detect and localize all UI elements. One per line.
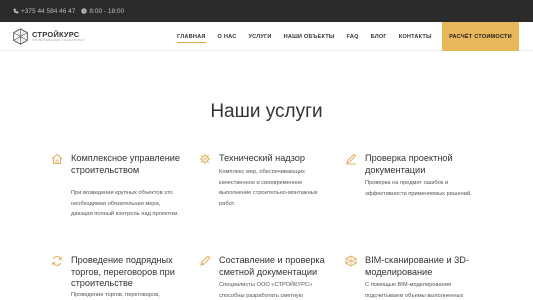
service-description: С помощью BIM-моделирования подсчитываем… xyxy=(365,282,464,299)
section-title: Наши услуги xyxy=(210,101,323,122)
nav-item-blog[interactable]: БЛОГ xyxy=(371,34,387,40)
service-title[interactable]: Проведение подрядных торгов, переговоров… xyxy=(71,255,181,290)
logo-name: СТРОЙКУРС xyxy=(32,29,80,39)
phone-number[interactable]: +375 44 584 46 47 xyxy=(21,8,75,15)
logo-cube-icon xyxy=(13,28,28,45)
nav-item-services[interactable]: УСЛУГИ xyxy=(248,34,271,40)
refresh-icon xyxy=(52,256,62,266)
service-description: При возведении крупных объектов это необ… xyxy=(71,190,179,218)
working-hours: 8:00 - 18:00 xyxy=(81,8,124,15)
service-title[interactable]: Составление и проверка сметной документа… xyxy=(219,255,329,278)
nav-item-about[interactable]: О НАС xyxy=(218,34,237,40)
cost-calculation-button[interactable]: РАСЧЁТ СТОИМОСТИ xyxy=(442,22,519,51)
nav-item-objects[interactable]: НАШИ ОБЪЕКТЫ xyxy=(284,34,335,40)
pencil-icon xyxy=(200,255,211,266)
main-header: СТРОЙКУРС СТРОИТЕЛЬНЫЙ КОНСАЛТИНГ ГЛАВНА… xyxy=(0,22,533,51)
clock-icon xyxy=(81,8,88,14)
logo[interactable]: СТРОЙКУРС СТРОИТЕЛЬНЫЙ КОНСАЛТИНГ xyxy=(12,28,85,45)
phone-icon xyxy=(13,8,19,14)
hours-text: 8:00 - 18:00 xyxy=(89,7,125,15)
nav-item-home[interactable]: ГЛАВНАЯ xyxy=(177,34,206,43)
service-title[interactable]: Технический надзор xyxy=(219,153,329,165)
bim-icon xyxy=(345,255,357,267)
service-title[interactable]: BIM-сканирование и 3D-моделирование xyxy=(365,255,475,278)
service-description: Комплекс мер, обеспечивающих качественно… xyxy=(219,169,318,207)
logo-tagline: СТРОИТЕЛЬНЫЙ КОНСАЛТИНГ xyxy=(32,38,85,43)
pen-icon xyxy=(346,153,357,165)
service-title[interactable]: Комплексное управление строительством xyxy=(71,153,181,176)
nav-item-faq[interactable]: FAQ xyxy=(347,34,359,40)
service-title[interactable]: Проверка проектной документации xyxy=(365,153,475,176)
service-description: Специалисты ООО «СТРОЙКУРС» способны раз… xyxy=(219,282,313,299)
gear-icon xyxy=(199,153,211,165)
phone-contact[interactable]: +375 44 584 46 47 xyxy=(13,8,75,15)
service-description: Проверка на предмет ошибок и эффективнос… xyxy=(365,180,472,197)
main-nav: ГЛАВНАЯ О НАС УСЛУГИ НАШИ ОБЪЕКТЫ FAQ БЛ… xyxy=(177,22,444,51)
nav-item-contacts[interactable]: КОНТАКТЫ xyxy=(399,34,432,40)
top-bar: +375 44 584 46 47 8:00 - 18:00 xyxy=(0,0,533,22)
house-icon xyxy=(51,153,63,164)
service-description: Проведение торгов, переговоров, xyxy=(71,292,160,298)
